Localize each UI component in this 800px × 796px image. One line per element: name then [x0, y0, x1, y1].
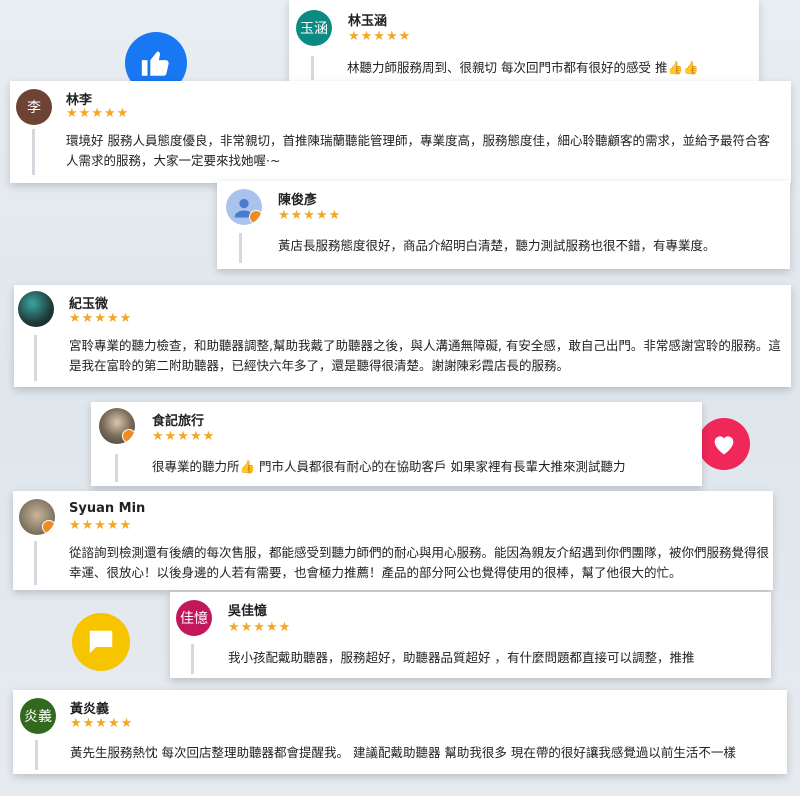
quote-bar — [311, 56, 314, 80]
quote-bar — [35, 740, 38, 770]
star-rating: ★★★★★ — [278, 208, 342, 223]
chat-bubble-icon — [72, 613, 130, 671]
avatar — [19, 499, 55, 535]
review-card: 佳憶 吳佳憶 ★★★★★ 我小孩配戴助聽器，服務超好，助聽器品質超好 ，有什麼問… — [170, 592, 771, 678]
reviewer-name: 吳佳憶 — [228, 604, 268, 619]
star-rating: ★★★★★ — [69, 311, 133, 326]
reviewer-name: 陳俊彥 — [278, 193, 318, 208]
avatar: 炎義 — [20, 698, 56, 734]
review-card: 紀玉微 ★★★★★ 宮聆專業的聽力檢查，和助聽器調整,幫助我戴了助聽器之後，與人… — [14, 285, 791, 387]
quote-bar — [34, 541, 37, 585]
reviewer-name: 黃炎義 — [70, 702, 110, 717]
review-card: 食記旅行 ★★★★★ 很專業的聽力所👍 門市人員都很有耐心的在協助客戶 如果家裡… — [91, 402, 702, 486]
star-rating: ★★★★★ — [70, 716, 134, 731]
review-text: 從諮詢到檢測還有後續的每次售服，都能感受到聽力師們的耐心與用心服務。能因為親友介… — [69, 545, 770, 580]
avatar — [226, 189, 262, 225]
avatar: 玉涵 — [296, 10, 332, 46]
quote-bar — [115, 454, 118, 482]
quote-bar — [239, 233, 242, 263]
avatar: 佳憶 — [176, 600, 212, 636]
review-text: 宮聆專業的聽力檢查，和助聽器調整,幫助我戴了助聽器之後，與人溝通無障礙, 有安全… — [69, 338, 781, 373]
star-rating: ★★★★★ — [66, 106, 130, 121]
review-text: 林聽力師服務周到、很親切 每次回門市都有很好的感受 推👍👍 — [347, 60, 699, 75]
review-text: 黃店長服務態度很好，商品介紹明白清楚，聽力測試服務也很不錯，有專業度。 — [278, 238, 716, 253]
review-text: 我小孩配戴助聽器，服務超好，助聽器品質超好 ，有什麼問題都直接可以調整，推推 — [228, 650, 695, 665]
star-rating: ★★★★★ — [69, 518, 133, 533]
star-rating: ★★★★★ — [228, 620, 292, 635]
quote-bar — [191, 644, 194, 674]
reviewer-name: Syuan Min — [69, 501, 146, 516]
review-card: 李 林李 ★★★★★ 環境好 服務人員態度優良，非常親切，首推陳瑞蘭聽能管理師，… — [10, 81, 791, 183]
reviewer-name: 林玉涵 — [348, 14, 388, 29]
local-guide-badge — [122, 429, 135, 443]
star-rating: ★★★★★ — [152, 429, 216, 444]
quote-bar — [34, 335, 37, 381]
quote-bar — [32, 129, 35, 175]
local-guide-badge — [249, 210, 262, 224]
review-card: Syuan Min ★★★★★ 從諮詢到檢測還有後續的每次售服，都能感受到聽力師… — [13, 491, 773, 590]
heart-icon — [698, 418, 750, 470]
review-card: 陳俊彥 ★★★★★ 黃店長服務態度很好，商品介紹明白清楚，聽力測試服務也很不錯，… — [217, 181, 790, 269]
review-card: 炎義 黃炎義 ★★★★★ 黃先生服務熱忱 每次回店整理助聽器都會提醒我。 建議配… — [13, 690, 787, 774]
avatar: 李 — [16, 89, 52, 125]
avatar — [18, 291, 54, 327]
reviewer-name: 食記旅行 — [152, 414, 205, 429]
review-card: 玉涵 林玉涵 ★★★★★ 林聽力師服務周到、很親切 每次回門市都有很好的感受 推… — [289, 0, 759, 82]
avatar — [99, 408, 135, 444]
review-text: 黃先生服務熱忱 每次回店整理助聽器都會提醒我。 建議配戴助聽器 幫助我很多 現在… — [70, 745, 736, 760]
star-rating: ★★★★★ — [348, 29, 412, 44]
reviewer-name: 紀玉微 — [69, 297, 109, 312]
local-guide-badge — [42, 520, 55, 534]
review-text: 環境好 服務人員態度優良，非常親切，首推陳瑞蘭聽能管理師，專業度高，服務態度佳，… — [66, 133, 770, 168]
review-text: 很專業的聽力所👍 門市人員都很有耐心的在協助客戶 如果家裡有長輩大推來測試聽力 — [152, 459, 626, 474]
